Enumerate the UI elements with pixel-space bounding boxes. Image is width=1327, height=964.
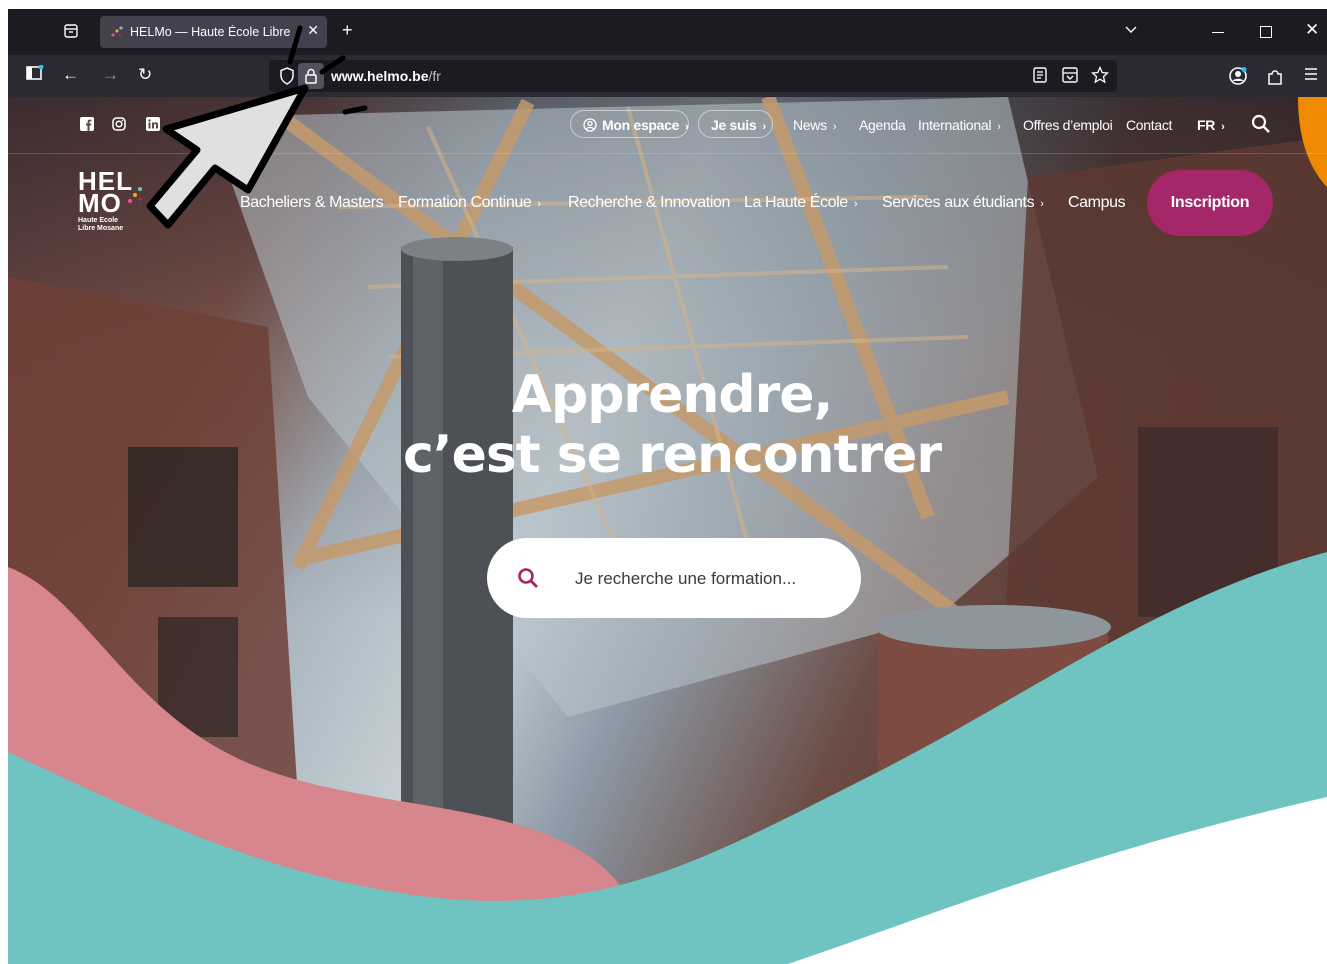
formation-continue-label: Formation Continue — [398, 194, 532, 211]
helmo-logo[interactable]: HEL MO Haute Ecole Libre Mosane — [74, 168, 154, 239]
save-to-pocket-icon[interactable] — [1061, 66, 1079, 84]
logo-dots-icon — [127, 187, 142, 204]
news-label: News — [793, 117, 827, 133]
logo-sub1: Haute Ecole — [78, 217, 119, 224]
account-icon[interactable] — [1228, 66, 1248, 91]
user-circle-icon — [583, 118, 597, 132]
language-selector[interactable]: FR › — [1197, 117, 1225, 133]
tab-title: HELMo — Haute École Libre Mosane — [130, 25, 295, 39]
chevron-right-icon: › — [832, 121, 837, 133]
hero-headline-line1: Apprendre, — [511, 365, 834, 425]
formation-search-box[interactable] — [487, 538, 861, 618]
top-utility-bar: Mon espace › Je suis › News › Agenda Intern… — [8, 97, 1327, 154]
helmo-favicon-icon — [111, 26, 123, 37]
urlbar-actions — [1031, 66, 1109, 84]
nav-bacheliers-masters[interactable]: Bacheliers & Masters — [240, 194, 384, 212]
nav-recherche-innovation[interactable]: Recherche & Innovation — [568, 194, 730, 212]
tab-bar: HELMo — Haute École Libre Mosane ✕ + ✕ — [8, 9, 1327, 55]
facebook-icon[interactable] — [80, 117, 94, 131]
reader-view-icon[interactable] — [1031, 66, 1049, 84]
shield-icon[interactable] — [279, 67, 295, 85]
nav-services-etudiants[interactable]: Services aux étudiants › — [882, 194, 1044, 212]
international-label: International — [918, 117, 992, 133]
maximize-button[interactable] — [1260, 26, 1272, 38]
linkedin-icon[interactable] — [146, 117, 160, 131]
minimize-button[interactable] — [1212, 32, 1224, 33]
topbar-link-offres-emploi[interactable]: Offres d’emploi — [1023, 117, 1113, 133]
logo-subtitle: Haute Ecole Libre Mosane — [78, 217, 123, 233]
search-icon[interactable] — [1251, 114, 1271, 134]
hero-headline: Apprendre, c’est se rencontrer — [338, 365, 1006, 485]
url-text[interactable]: www.helmo.be/fr — [331, 68, 441, 84]
hero-background — [8, 97, 1327, 964]
tab-list-icon[interactable] — [62, 22, 80, 40]
forward-button[interactable]: → — [102, 65, 119, 85]
topbar-link-contact[interactable]: Contact — [1126, 117, 1172, 133]
topbar-link-international[interactable]: International › — [918, 117, 1001, 133]
window-close-button[interactable]: ✕ — [1305, 20, 1319, 40]
address-bar[interactable]: www.helmo.be/fr — [269, 60, 1117, 92]
chevron-right-icon: › — [537, 198, 541, 210]
chevron-down-icon[interactable] — [1124, 22, 1138, 38]
chevron-right-icon: › — [1221, 121, 1225, 133]
hero-headline-line2: c’est se rencontrer — [403, 425, 942, 485]
lock-icon[interactable] — [298, 63, 324, 89]
url-host: www.helmo.be — [331, 68, 429, 84]
chevron-right-icon: › — [997, 121, 1001, 133]
chevron-right-icon: › — [853, 198, 858, 210]
language-label: FR — [1197, 117, 1216, 133]
je-suis-button[interactable]: Je suis › — [698, 110, 773, 138]
la-haute-ecole-label: La Haute École — [744, 194, 848, 211]
nav-campus[interactable]: Campus — [1068, 194, 1126, 212]
nav-la-haute-ecole[interactable]: La Haute École › — [744, 194, 858, 212]
chevron-right-icon: › — [1040, 198, 1044, 210]
browser-window: HELMo — Haute École Libre Mosane ✕ + ✕ ←… — [8, 9, 1327, 97]
chevron-right-icon: › — [685, 121, 689, 133]
inscription-button[interactable]: Inscription — [1147, 170, 1273, 236]
navigation-toolbar: ← → ↻ www.helmo.be/fr — [8, 55, 1327, 97]
formation-search-input[interactable] — [573, 562, 837, 596]
mon-espace-label: Mon espace — [602, 117, 680, 133]
reload-button[interactable]: ↻ — [138, 65, 152, 85]
tab-close-icon[interactable]: ✕ — [307, 22, 319, 39]
bookmark-star-icon[interactable] — [1091, 66, 1109, 84]
chevron-right-icon: › — [762, 121, 766, 133]
topbar-link-agenda[interactable]: Agenda — [859, 117, 906, 133]
hamburger-menu-icon[interactable] — [1303, 66, 1319, 87]
topbar-link-news[interactable]: News › — [793, 117, 837, 133]
active-tab[interactable]: HELMo — Haute École Libre Mosane ✕ — [100, 16, 327, 48]
nav-formation-continue[interactable]: Formation Continue › — [398, 194, 541, 212]
sidebar-toggle-icon[interactable] — [26, 64, 44, 86]
new-tab-button[interactable]: + — [342, 20, 353, 41]
extensions-icon[interactable] — [1266, 66, 1284, 91]
back-button[interactable]: ← — [62, 65, 79, 85]
logo-line2: MO — [78, 188, 122, 218]
web-page: Mon espace › Je suis › News › Agenda Intern… — [8, 97, 1327, 964]
services-etudiants-label: Services aux étudiants — [882, 194, 1035, 211]
logo-sub2: Libre Mosane — [78, 225, 124, 232]
mon-espace-button[interactable]: Mon espace › — [570, 110, 689, 138]
search-icon — [518, 568, 538, 588]
url-path: /fr — [428, 68, 441, 84]
instagram-icon[interactable] — [112, 117, 126, 131]
je-suis-label: Je suis — [711, 117, 757, 133]
